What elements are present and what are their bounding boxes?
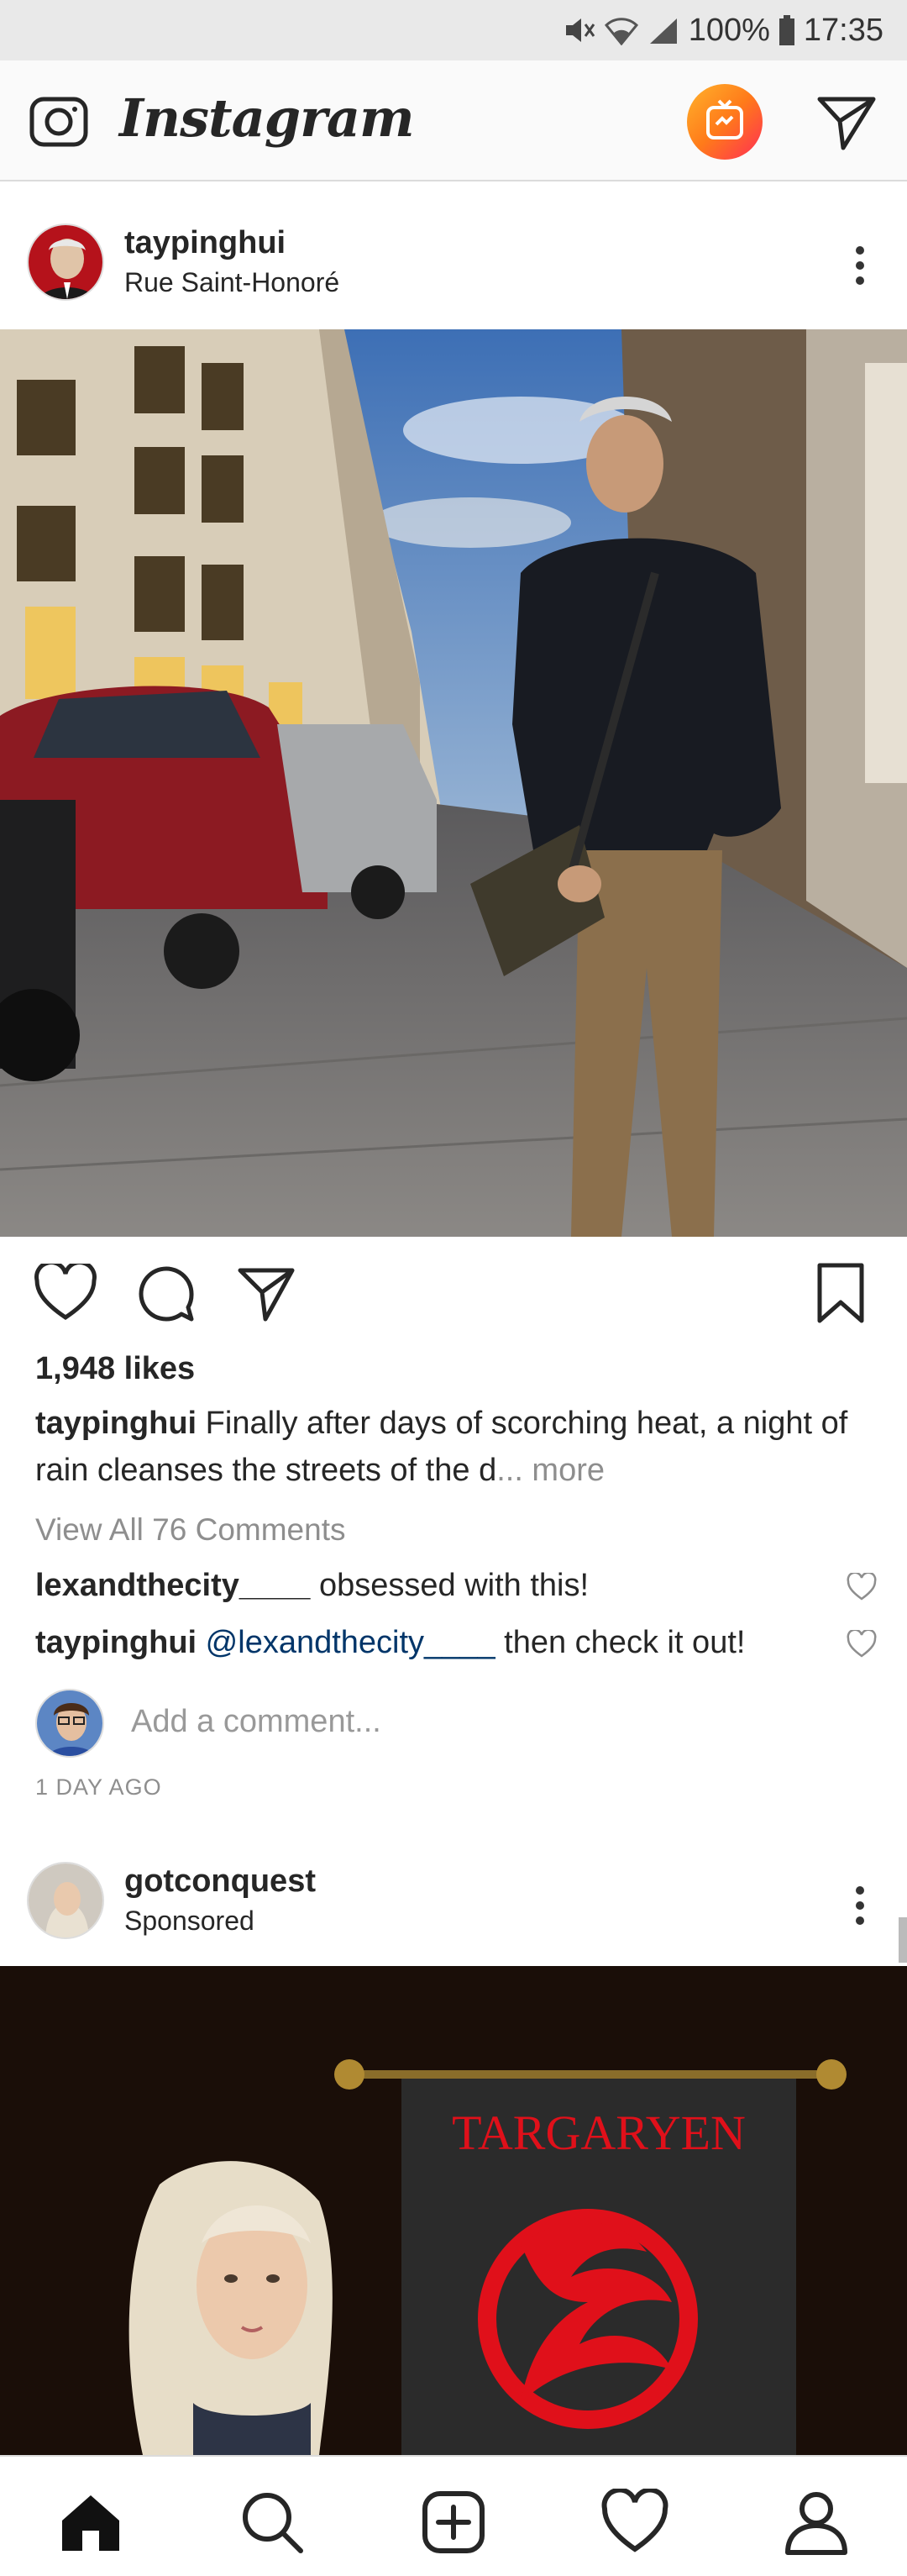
like-heart-icon[interactable] xyxy=(34,1260,97,1322)
sponsored-label: Sponsored xyxy=(124,1906,254,1936)
mute-icon xyxy=(563,15,596,45)
battery-icon xyxy=(779,15,795,45)
post-header: taypinghui Rue Saint-Honoré xyxy=(0,193,907,339)
post-header: gotconquest Sponsored xyxy=(0,1840,907,1986)
my-avatar xyxy=(35,1689,104,1758)
more-options-icon[interactable] xyxy=(852,1882,868,1932)
camera-icon[interactable] xyxy=(29,91,89,151)
comment-like-icon[interactable] xyxy=(847,1628,877,1659)
comment-row: lexandthecity____ obsessed with this! xyxy=(35,1568,875,1604)
likes-count[interactable]: 1,948 likes xyxy=(35,1351,195,1387)
post-photo[interactable] xyxy=(0,329,907,1237)
caption-username[interactable]: taypinghui xyxy=(35,1406,197,1441)
post-username[interactable]: gotconquest xyxy=(124,1864,316,1900)
view-all-comments-link[interactable]: View All 76 Comments xyxy=(35,1512,345,1548)
profile-icon[interactable] xyxy=(783,2489,850,2556)
post-caption: taypinghui Finally after days of scorchi… xyxy=(35,1400,875,1494)
post-timestamp: 1 DAY AGO xyxy=(35,1774,162,1800)
new-post-icon[interactable] xyxy=(420,2489,487,2556)
wifi-icon xyxy=(604,15,638,45)
search-icon[interactable] xyxy=(239,2489,306,2556)
comment-row: taypinghui @lexandthecity____ then check… xyxy=(35,1625,875,1661)
direct-message-icon[interactable] xyxy=(815,91,878,155)
banner-text: TARGARYEN xyxy=(452,2105,746,2160)
comment-like-icon[interactable] xyxy=(847,1571,877,1601)
comment-mention[interactable]: @lexandthecity____ xyxy=(206,1625,495,1660)
share-icon[interactable] xyxy=(237,1264,297,1324)
igtv-icon[interactable] xyxy=(687,84,763,160)
caption-more-link[interactable]: ... more xyxy=(496,1453,605,1488)
app-header: Instagram xyxy=(0,60,907,181)
comment-text: obsessed with this! xyxy=(318,1568,590,1603)
activity-heart-icon[interactable] xyxy=(601,2487,668,2556)
comment-username[interactable]: taypinghui xyxy=(35,1625,197,1660)
battery-percent: 100% xyxy=(688,12,770,48)
signal-icon xyxy=(647,15,680,45)
post-username[interactable]: taypinghui xyxy=(124,225,286,261)
status-bar: 100% 17:35 xyxy=(0,0,907,60)
post-location[interactable]: Rue Saint-Honoré xyxy=(124,267,339,298)
status-icons: 100% 17:35 xyxy=(563,0,883,60)
more-options-icon[interactable] xyxy=(852,242,868,292)
scrollbar[interactable] xyxy=(899,1917,907,1963)
comment-text: then check it out! xyxy=(504,1625,746,1660)
clock: 17:35 xyxy=(803,12,883,48)
avatar[interactable] xyxy=(27,223,104,301)
bottom-nav xyxy=(0,2455,907,2576)
instagram-logo: Instagram xyxy=(119,87,415,149)
comment-bubble-icon[interactable] xyxy=(136,1264,197,1324)
avatar[interactable] xyxy=(27,1862,104,1939)
post-photo[interactable]: TARGARYEN xyxy=(0,1966,907,2455)
home-icon[interactable] xyxy=(57,2489,124,2556)
comment-username[interactable]: lexandthecity____ xyxy=(35,1568,310,1603)
add-comment-input[interactable] xyxy=(131,1704,803,1740)
save-bookmark-icon[interactable] xyxy=(815,1262,867,1324)
